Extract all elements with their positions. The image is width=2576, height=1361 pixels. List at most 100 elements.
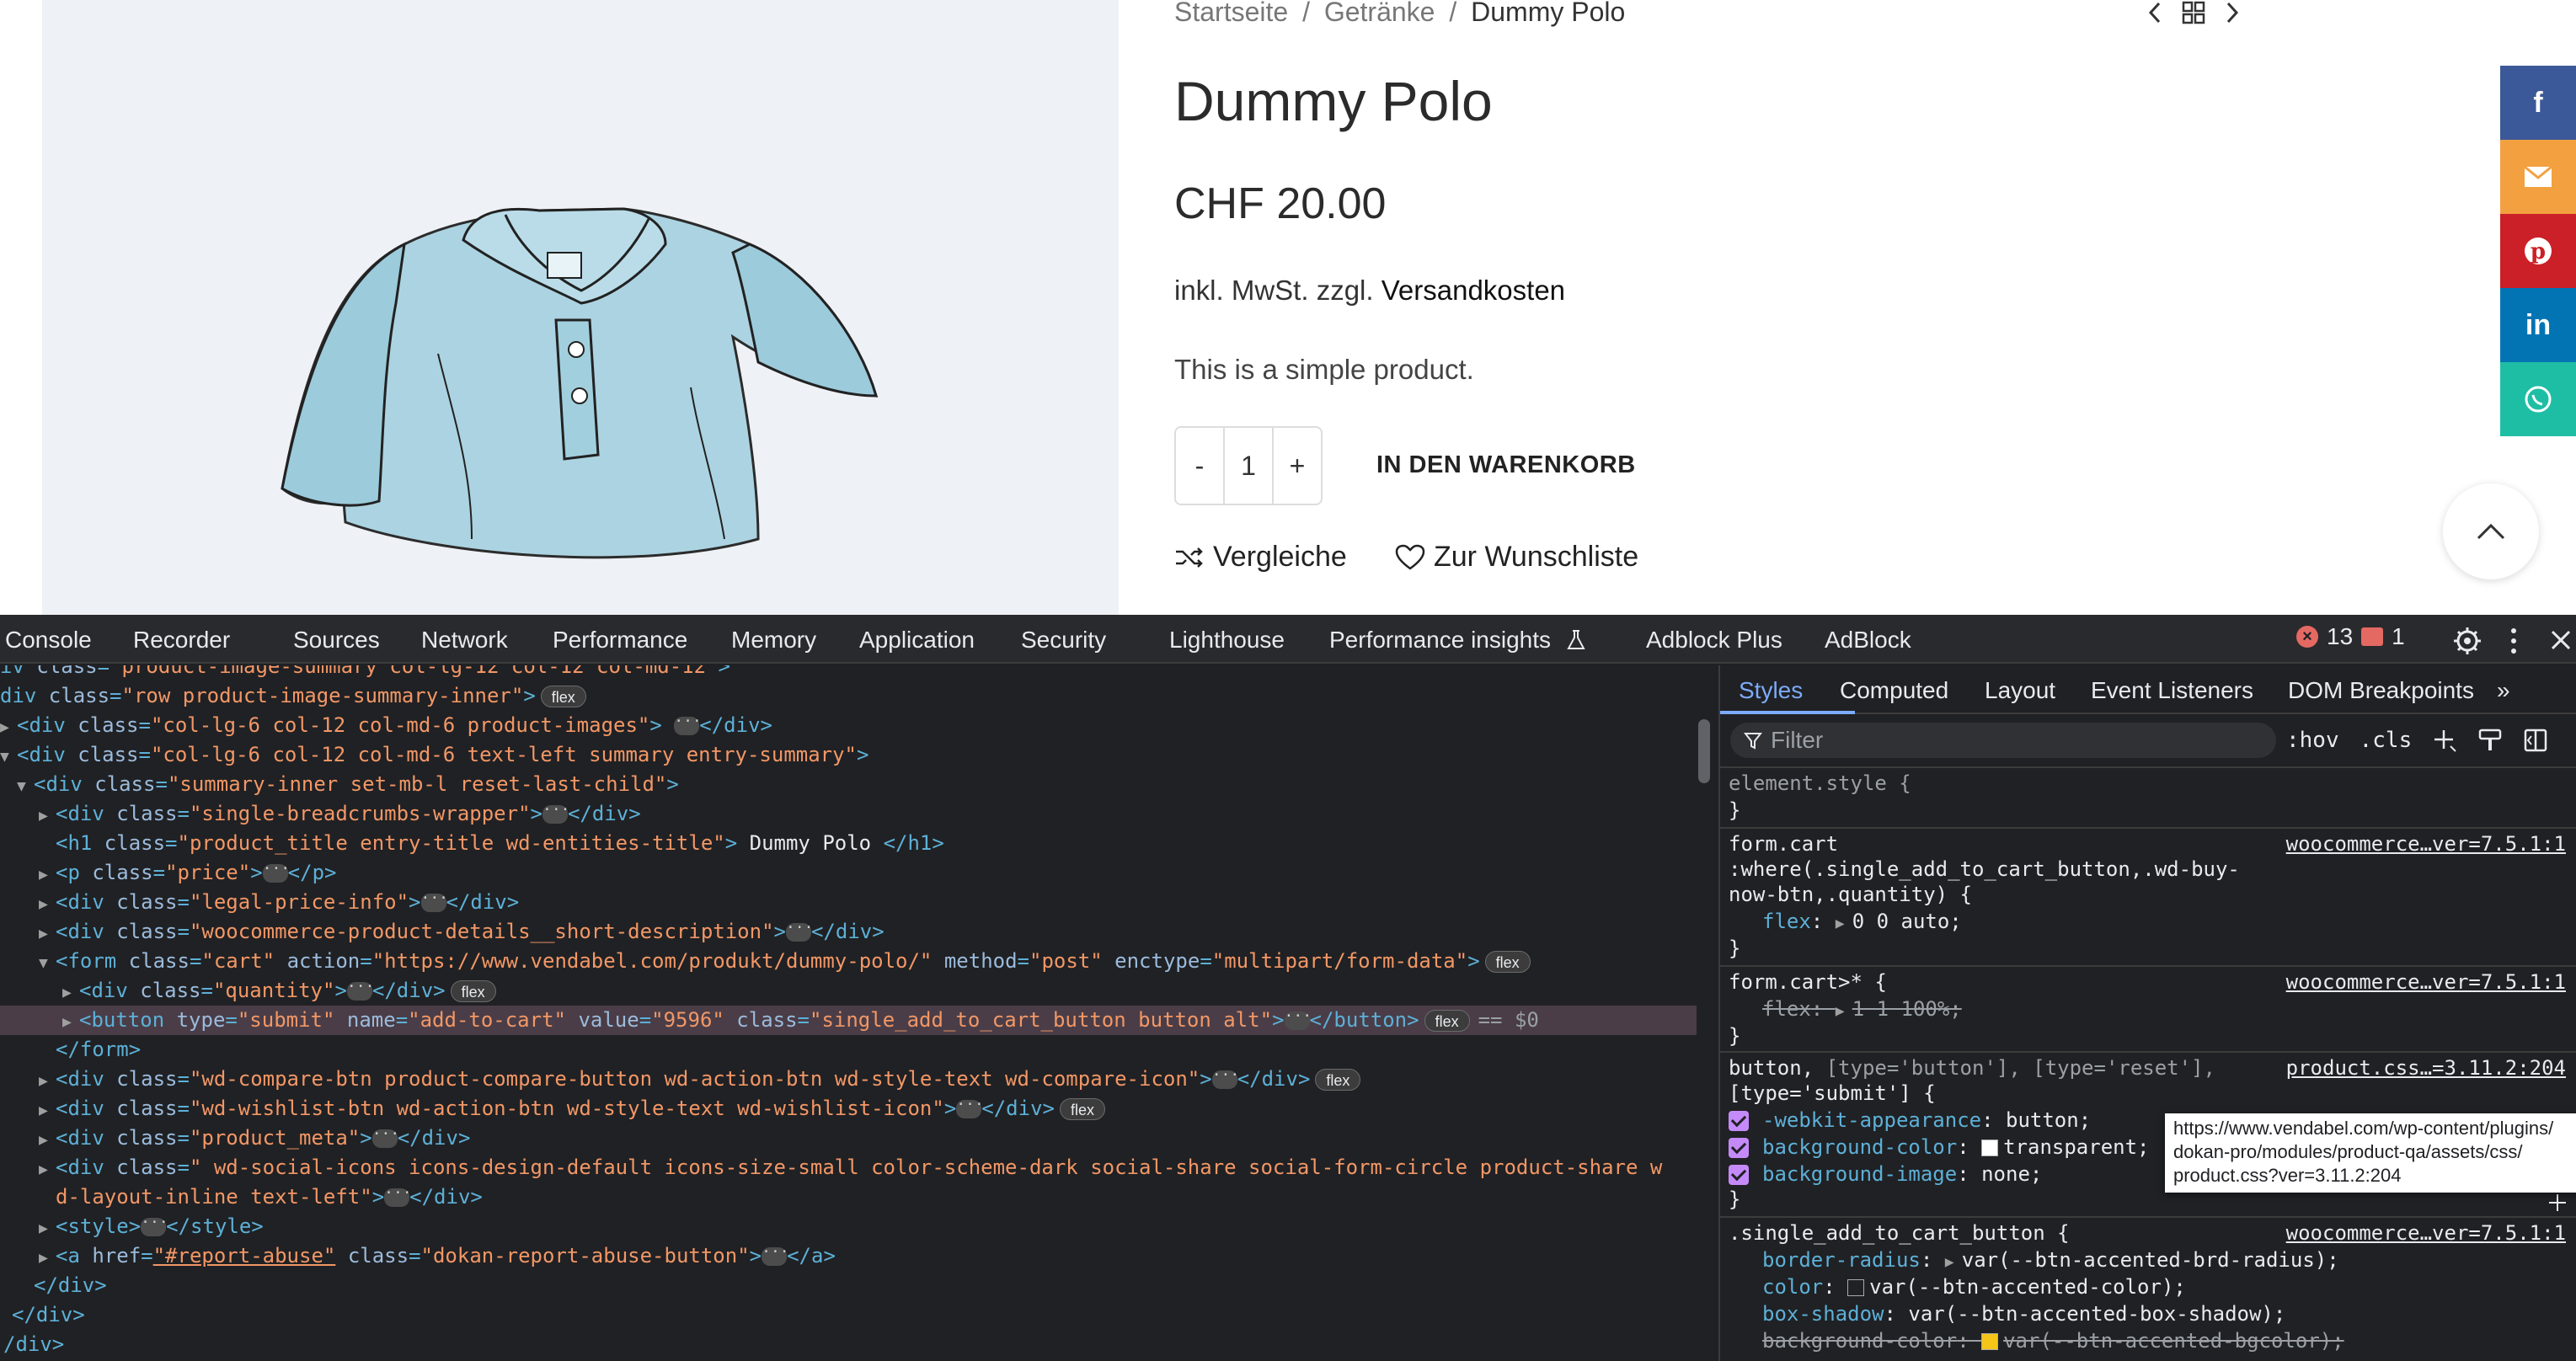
rule-source-link[interactable]: woocommerce…ver=7.5.1:1 <box>2286 969 2566 995</box>
property-checkbox[interactable] <box>1729 1138 1749 1158</box>
new-rule-icon[interactable] <box>2432 728 2457 753</box>
pinterest-icon[interactable]: p <box>2500 214 2576 288</box>
ellipsis-icon[interactable]: ··· <box>542 803 570 824</box>
breadcrumb-home[interactable]: Startseite <box>1174 0 1288 27</box>
ellipsis-icon[interactable]: ··· <box>674 714 702 735</box>
cls-toggle[interactable]: .cls <box>2360 728 2413 753</box>
dom-node[interactable]: ▶ <div class="single-breadcrumbs-wrapper"… <box>39 799 641 829</box>
color-swatch[interactable] <box>1981 1140 1999 1156</box>
flex-badge[interactable]: flex <box>540 686 586 707</box>
css-property[interactable]: color: var(--btn-accented-color); <box>1762 1273 2186 1300</box>
rule-selector[interactable]: .single_add_to_cart_button { <box>1729 1220 2070 1246</box>
tab-recorder[interactable]: Recorder <box>133 627 230 654</box>
rule-source-link[interactable]: woocommerce…ver=7.5.1:1 <box>2286 830 2566 857</box>
scroll-to-top-button[interactable] <box>2443 483 2539 579</box>
dom-node[interactable]: <h1 class="product_title entry-title wd-… <box>56 829 944 858</box>
rule-selector[interactable]: form.cart <box>1729 830 1838 857</box>
ellipsis-icon[interactable]: ··· <box>371 1127 399 1148</box>
quantity-minus-button[interactable]: - <box>1176 428 1223 504</box>
dom-node[interactable]: ▶ <div class="woocommerce-product-details… <box>39 917 884 947</box>
dom-node[interactable]: ▶ <a href="#report-abuse" class="dokan-re… <box>39 1241 836 1271</box>
more-tabs-icon[interactable]: » <box>2497 677 2510 704</box>
dom-node[interactable]: ▶ <div class="col-lg-6 col-12 col-md-6 pr… <box>0 711 772 740</box>
tab-event-listeners[interactable]: Event Listeners <box>2091 677 2253 704</box>
css-property-overridden[interactable]: background-color: var(--btn-accented-bgc… <box>1762 1327 2344 1354</box>
issues-counter[interactable]: × 13 1 <box>2296 623 2405 650</box>
chevron-right-icon[interactable] <box>2224 1 2241 24</box>
flex-badge[interactable]: flex <box>450 980 496 1002</box>
flex-badge[interactable]: flex <box>1484 951 1531 973</box>
more-vertical-icon[interactable] <box>2509 627 2519 655</box>
dom-node[interactable]: </div> <box>34 1271 107 1300</box>
dom-node[interactable]: iv class="product-image-summary col-lg-1… <box>0 665 730 681</box>
dom-node[interactable]: ▶ <div class="product_meta">···</div> <box>39 1123 470 1153</box>
product-image[interactable] <box>42 0 1119 615</box>
ellipsis-icon[interactable]: ··· <box>141 1215 168 1236</box>
dom-node[interactable]: d-layout-inline text-left">···</div> <box>56 1182 483 1212</box>
dom-node[interactable]: ▶ <div class="legal-price-info">···</div> <box>39 888 519 917</box>
tab-memory[interactable]: Memory <box>731 627 816 654</box>
css-property[interactable]: flex: ▶ 0 0 auto; <box>1762 908 1962 935</box>
wishlist-button[interactable]: Zur Wunschliste <box>1395 541 1638 574</box>
quantity-input[interactable]: 1 <box>1223 428 1274 504</box>
facebook-icon[interactable]: f <box>2500 66 2576 140</box>
rule-selector[interactable]: form.cart>* { <box>1729 969 1887 995</box>
tab-security[interactable]: Security <box>1021 627 1106 654</box>
ellipsis-icon[interactable]: ··· <box>420 891 448 912</box>
rule-source-link[interactable]: product.css…=3.11.2:204 <box>2286 1054 2566 1081</box>
linkedin-icon[interactable]: in <box>2500 288 2576 362</box>
dom-node[interactable]: ▼ <div class="summary-inner set-mb-l rese… <box>17 770 679 799</box>
chevron-left-icon[interactable] <box>2146 1 2163 24</box>
tab-adblock[interactable]: AdBlock <box>1825 627 1911 654</box>
dom-node[interactable]: ▼ <div class="col-lg-6 col-12 col-md-6 te… <box>0 740 868 770</box>
breadcrumb-category[interactable]: Getränke <box>1324 0 1435 27</box>
email-icon[interactable] <box>2500 140 2576 214</box>
ellipsis-icon[interactable]: ··· <box>1284 1009 1312 1030</box>
ellipsis-icon[interactable]: ··· <box>762 1245 789 1266</box>
quantity-plus-button[interactable]: + <box>1274 428 1321 504</box>
ellipsis-icon[interactable]: ··· <box>346 979 374 1001</box>
css-property[interactable]: box-shadow: var(--btn-accented-box-shado… <box>1762 1300 2285 1327</box>
css-property[interactable]: -webkit-appearance: button; <box>1729 1107 2091 1134</box>
tab-styles[interactable]: Styles <box>1739 677 1803 704</box>
tab-layout[interactable]: Layout <box>1985 677 2055 704</box>
gear-icon[interactable] <box>2453 627 2482 655</box>
flex-badge[interactable]: flex <box>1424 1010 1470 1032</box>
dom-node[interactable]: ▶ <div class="wd-compare-btn product-comp… <box>39 1065 1361 1094</box>
dom-node[interactable]: ▼ <form class="cart" action="https://www.… <box>39 947 1531 976</box>
add-property-icon[interactable] <box>2547 1193 2568 1213</box>
tab-network[interactable]: Network <box>421 627 508 654</box>
property-checkbox[interactable] <box>1729 1165 1749 1185</box>
css-property[interactable]: background-image: none; <box>1729 1161 2042 1188</box>
dom-node[interactable]: ▶ <div class=" wd-social-icons icons-desi… <box>39 1153 1662 1182</box>
ellipsis-icon[interactable]: ··· <box>1211 1068 1239 1089</box>
elements-scrollbar[interactable] <box>1698 719 1710 783</box>
dom-node[interactable]: ▶ <div class="wd-wishlist-btn wd-action-b… <box>39 1094 1105 1123</box>
ellipsis-icon[interactable]: ··· <box>262 862 290 883</box>
ellipsis-icon[interactable]: ··· <box>785 921 813 942</box>
tab-dom-breakpoints[interactable]: DOM Breakpoints <box>2288 677 2474 704</box>
ellipsis-icon[interactable]: ··· <box>956 1097 984 1118</box>
dom-node[interactable]: ▶ <p class="price">···</p> <box>39 858 336 888</box>
dom-node[interactable]: ▶ <div class="quantity">···</div> flex <box>62 976 496 1006</box>
tab-performance[interactable]: Performance <box>553 627 687 654</box>
css-property[interactable]: background-color: transparent; <box>1729 1134 2149 1161</box>
tab-sources[interactable]: Sources <box>293 627 380 654</box>
dom-node[interactable]: ▶ <style>···</style> <box>39 1212 264 1241</box>
tab-application[interactable]: Application <box>859 627 975 654</box>
dom-node[interactable]: /div> <box>3 1330 64 1359</box>
dom-node[interactable]: div class="row product-image-summary-inn… <box>0 681 586 711</box>
property-checkbox[interactable] <box>1729 1111 1749 1131</box>
tab-computed[interactable]: Computed <box>1840 677 1948 704</box>
close-icon[interactable] <box>2549 628 2573 652</box>
compare-button[interactable]: Vergleiche <box>1174 541 1347 574</box>
flex-badge[interactable]: flex <box>1315 1069 1361 1091</box>
sidebar-toggle-icon[interactable] <box>2523 728 2548 753</box>
css-property[interactable]: border-radius: ▶ var(--btn-accented-brd-r… <box>1762 1246 2339 1273</box>
paint-icon[interactable] <box>2477 728 2503 753</box>
whatsapp-icon[interactable] <box>2500 362 2576 436</box>
add-to-cart-button[interactable]: IN DEN WARENKORB <box>1376 451 1636 479</box>
dom-node[interactable]: </div> <box>12 1300 85 1330</box>
ellipsis-icon[interactable]: ··· <box>384 1186 412 1207</box>
tab-performance-insights[interactable]: Performance insights <box>1329 627 1586 654</box>
